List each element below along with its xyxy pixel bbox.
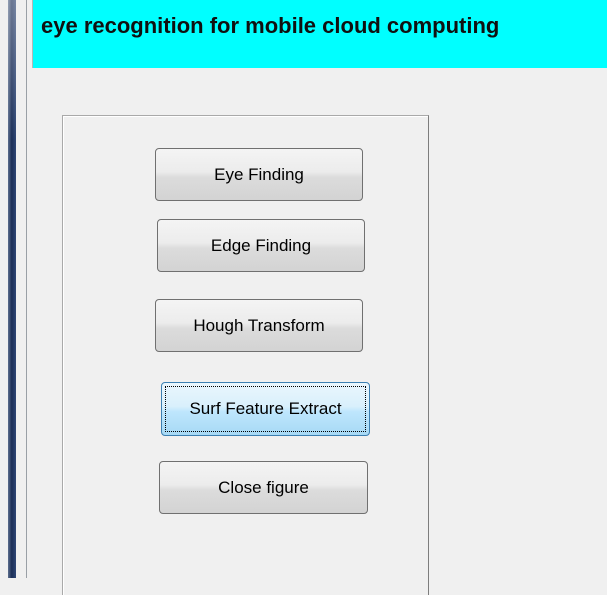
eye-finding-label: Eye Finding: [214, 164, 304, 184]
edge-finding-label: Edge Finding: [210, 235, 312, 255]
page-title: eye recognition for mobile cloud computi…: [41, 13, 500, 38]
edge-finding-button[interactable]: Edge Finding: [157, 219, 365, 272]
surf-feature-extract-label: Surf Feature Extract: [189, 399, 342, 418]
window-frame-bar: [8, 0, 16, 578]
close-figure-button[interactable]: Close figure: [159, 461, 368, 514]
hough-transform-button[interactable]: Hough Transform: [155, 299, 363, 352]
window-frame-line: [26, 0, 27, 578]
eye-finding-button[interactable]: Eye Finding: [155, 148, 363, 201]
close-figure-label: Close figure: [218, 477, 309, 497]
title-banner: eye recognition for mobile cloud computi…: [32, 0, 607, 68]
hough-transform-label: Hough Transform: [193, 315, 325, 335]
surf-feature-extract-button[interactable]: Surf Feature Extract: [161, 382, 370, 436]
window-left-edge: [0, 0, 32, 578]
